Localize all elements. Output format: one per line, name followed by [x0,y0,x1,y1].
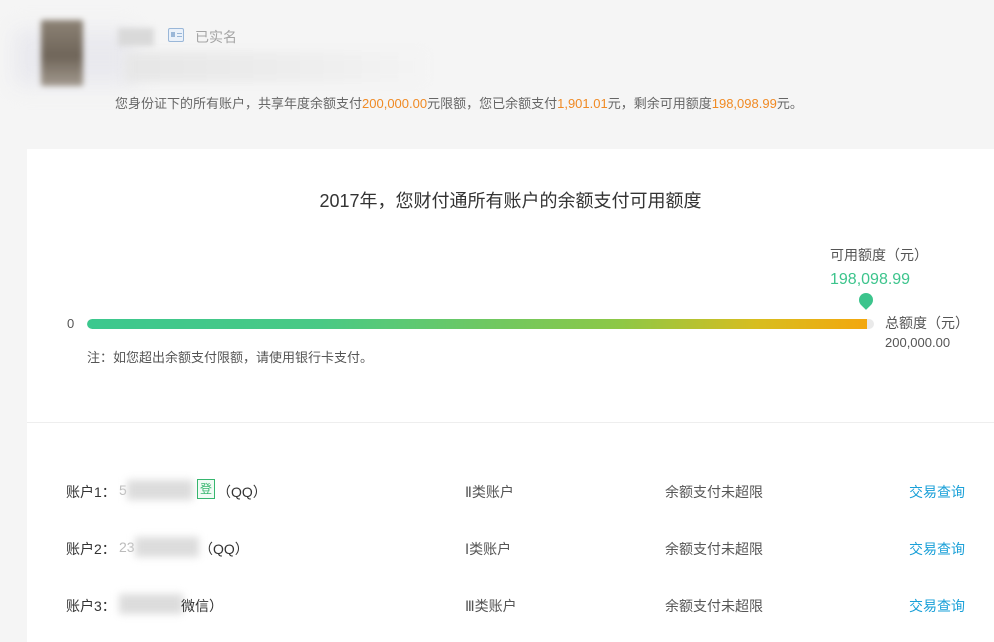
account-status: 余额支付未超限 [665,598,763,614]
notice-used-amount: 1,901.01 [557,96,608,111]
account-row: 账户1： 5 登 （QQ） Ⅱ类账户 余额支付未超限 交易查询 [27,476,994,506]
account-status: 余额支付未超限 [665,541,763,557]
account-type: Ⅲ类账户 [465,598,517,614]
avatar[interactable] [41,20,83,86]
notice-prefix: 您身份证下的所有账户，共享年度余额支付 [115,96,363,111]
total-quota-label: 总额度（元） [885,315,969,331]
location-pin-icon [856,290,876,310]
transaction-query-link[interactable]: 交易查询 [909,596,965,616]
id-card-icon [168,28,184,42]
account-channel: （QQ） [217,484,267,500]
account-channel: （QQ） [199,541,249,557]
account-id-redacted [125,52,425,82]
verified-status: 已实名 [195,29,237,45]
transaction-query-link[interactable]: 交易查询 [909,539,965,559]
user-name-redacted [118,28,154,46]
account-id-redacted [119,594,183,614]
notice-remaining-amount: 198,098.99 [711,96,777,111]
quota-progress-fill [87,319,867,329]
transaction-query-link[interactable]: 交易查询 [909,482,965,502]
account-label: 账户2： [66,541,116,557]
total-quota-value: 200,000.00 [885,335,951,350]
notice-mid2: 元，剩余可用额度 [607,96,712,111]
account-type: Ⅱ类账户 [465,484,514,500]
notice-annual-limit: 200,000.00 [362,96,428,111]
account-status: 余额支付未超限 [665,484,763,500]
available-quota-label: 可用额度（元） [830,247,928,263]
account-id-redacted [135,537,199,557]
account-row: 账户3： 微信） Ⅲ类账户 余额支付未超限 交易查询 [27,590,994,620]
account-id-partial: 23 [119,539,135,555]
quota-notice: 您身份证下的所有账户，共享年度余额支付200,000.00元限额，您已余额支付1… [115,93,803,112]
account-row: 账户2： 23 （QQ） Ⅰ类账户 余额支付未超限 交易查询 [27,533,994,563]
quota-title: 2017年，您财付通所有账户的余额支付可用额度 [319,191,702,211]
bar-zero-label: 0 [67,316,75,331]
profile-header: 已实名 您身份证下的所有账户，共享年度余额支付200,000.00元限额，您已余… [0,0,994,128]
account-label: 账户3： [66,598,116,614]
account-label: 账户1： [66,484,116,500]
account-channel: 微信） [181,598,223,614]
account-id-partial: 5 [119,482,127,498]
quota-note: 注：如您超出余额支付限额，请使用银行卡支付。 [87,350,374,365]
quota-progress-bar [87,319,874,329]
account-id-redacted [127,480,193,500]
quota-card: 2017年，您财付通所有账户的余额支付可用额度 可用额度（元） 198,098.… [27,149,994,642]
notice-mid1: 元限额，您已余额支付 [427,96,558,111]
available-quota-value: 198,098.99 [830,271,911,288]
section-divider [27,422,994,423]
notice-suffix: 元。 [776,96,803,111]
account-type: Ⅰ类账户 [465,541,512,557]
login-badge: 登 [197,479,215,499]
